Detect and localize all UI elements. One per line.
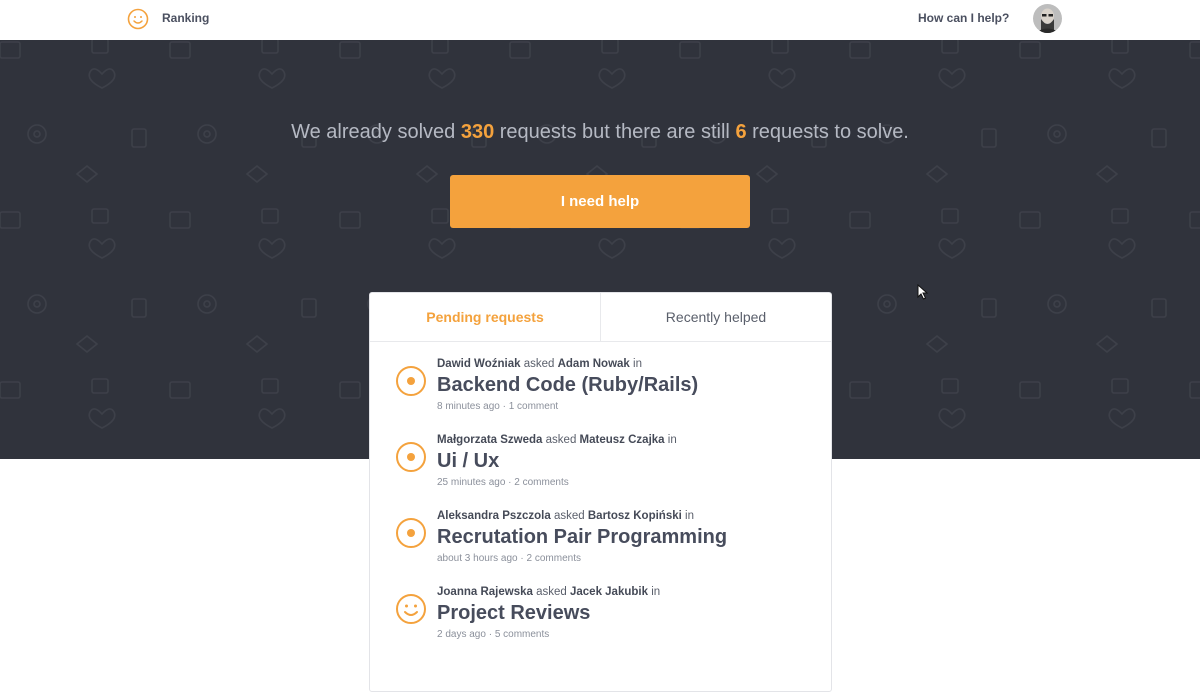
request-byline: Dawid Woźniak asked Adam Nowak in (437, 355, 831, 372)
helper-name[interactable]: Mateusz Czajka (580, 434, 665, 446)
asked-word: asked (553, 510, 585, 522)
asked-word: asked (545, 434, 577, 446)
request-topic[interactable]: Recrutation Pair Programming (437, 524, 831, 550)
asker-name[interactable]: Dawid Woźniak (437, 358, 521, 370)
summary-text-end: requests to solve. (746, 121, 909, 143)
target-circle-icon (396, 442, 426, 472)
i-need-help-button[interactable]: I need help (450, 175, 750, 228)
asker-name[interactable]: Joanna Rajewska (437, 586, 533, 598)
tab-recently-helped[interactable]: Recently helped (601, 293, 831, 341)
in-word: in (685, 510, 694, 522)
list-item[interactable]: Joanna Rajewska asked Jacek Jakubik in P… (370, 583, 831, 659)
request-byline: Aleksandra Pszczola asked Bartosz Kopińs… (437, 507, 831, 524)
helper-name[interactable]: Bartosz Kopiński (588, 510, 682, 522)
request-list: Dawid Woźniak asked Adam Nowak in Backen… (370, 355, 831, 659)
mouse-cursor-icon (917, 284, 929, 300)
target-circle-icon (396, 366, 426, 396)
requests-panel: Pending requests Recently helped Dawid W… (369, 292, 832, 692)
target-circle-icon (396, 518, 426, 548)
top-navigation-bar: Ranking How can I help? (0, 0, 1200, 40)
request-topic[interactable]: Project Reviews (437, 600, 831, 626)
asker-name[interactable]: Aleksandra Pszczola (437, 510, 551, 522)
request-meta: 8 minutes ago · 1 comment (437, 401, 559, 412)
user-avatar[interactable] (1033, 4, 1062, 33)
request-meta: about 3 hours ago · 2 comments (437, 553, 581, 564)
requests-tabs: Pending requests Recently helped (370, 293, 831, 342)
helper-name[interactable]: Jacek Jakubik (570, 586, 648, 598)
request-byline: Małgorzata Szweda asked Mateusz Czajka i… (437, 431, 831, 448)
request-meta: 25 minutes ago · 2 comments (437, 477, 569, 488)
list-item[interactable]: Małgorzata Szweda asked Mateusz Czajka i… (370, 431, 831, 507)
list-item[interactable]: Dawid Woźniak asked Adam Nowak in Backen… (370, 355, 831, 431)
list-item[interactable]: Aleksandra Pszczola asked Bartosz Kopińs… (370, 507, 831, 583)
request-meta: 2 days ago · 5 comments (437, 629, 550, 640)
tab-pending-requests[interactable]: Pending requests (370, 293, 601, 341)
request-byline: Joanna Rajewska asked Jacek Jakubik in (437, 583, 831, 600)
summary-text-start: We already solved (291, 121, 461, 143)
in-word: in (633, 358, 642, 370)
smiley-logo-icon[interactable] (127, 8, 149, 30)
requests-summary: We already solved 330 requests but there… (0, 121, 1200, 144)
asker-name[interactable]: Małgorzata Szweda (437, 434, 542, 446)
ranking-link[interactable]: Ranking (162, 11, 209, 25)
asked-word: asked (523, 358, 555, 370)
solved-count: 330 (460, 121, 495, 143)
helper-name[interactable]: Adam Nowak (558, 358, 630, 370)
how-can-i-help-link[interactable]: How can I help? (918, 11, 1009, 25)
in-word: in (667, 434, 677, 446)
smiley-icon (396, 594, 426, 624)
in-word: in (651, 586, 661, 598)
request-topic[interactable]: Ui / Ux (437, 448, 831, 474)
pending-count: 6 (735, 121, 747, 143)
summary-text-middle: requests but there are still (494, 121, 736, 143)
request-topic[interactable]: Backend Code (Ruby/Rails) (437, 372, 831, 398)
asked-word: asked (536, 586, 567, 598)
